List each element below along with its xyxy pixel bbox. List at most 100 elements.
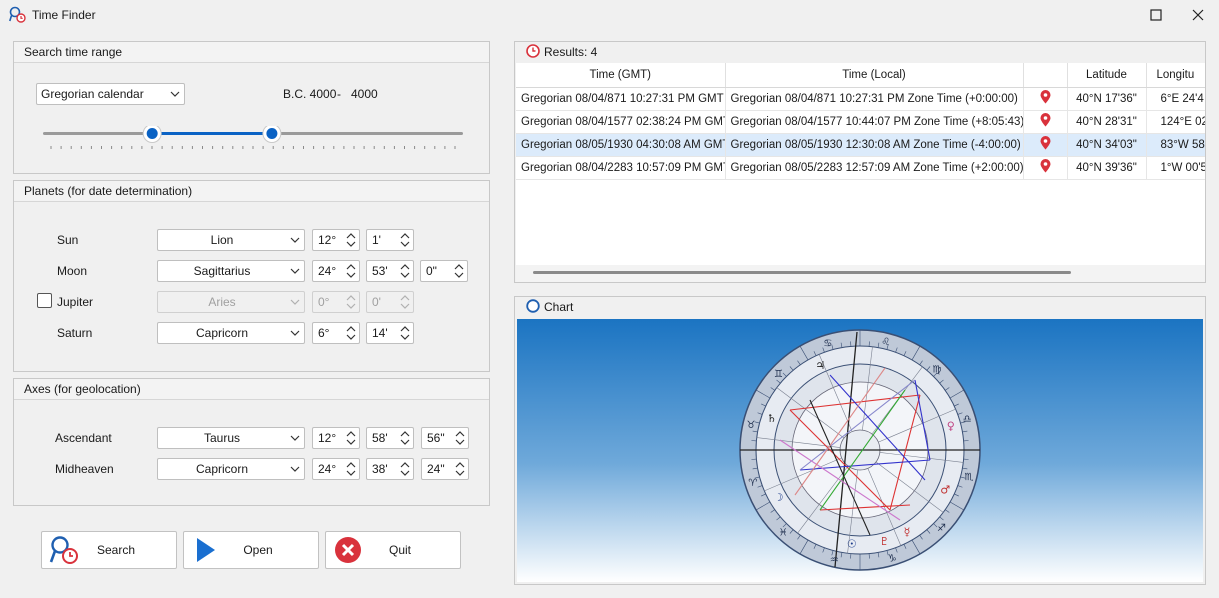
location-pin-icon[interactable] [1023,110,1068,134]
chart-canvas[interactable]: ♈ ♉ ♊ ♋ ♌ ♍ ♎ ♏ ♐ ♑ ♒ ♓ ☉ ☽ ♄ ♃ ♀ ♂ ☿ ♇ [517,319,1203,582]
close-button[interactable] [1178,0,1218,30]
jupiter-sign-select: Aries [157,291,305,313]
svg-text:♓: ♓ [779,528,788,539]
results-table: Time (GMT) Time (Local) Latitude Longitu… [516,63,1205,180]
search-button-label: Search [96,543,136,557]
scrollbar-thumb[interactable] [533,271,1071,274]
results-header-row: Time (GMT) Time (Local) Latitude Longitu [516,63,1205,88]
jupiter-minute-spinner: 0' [366,291,414,313]
cell-time-gmt: Gregorian 08/04/871 10:27:31 PM GMT [516,87,726,111]
ascendant-degree-value: 12° [318,431,337,445]
results-horizontal-scrollbar[interactable] [516,265,1205,282]
table-row[interactable]: Gregorian 08/04/2283 10:57:09 PM GMT Gre… [516,156,1205,180]
saturn-degree-spinner[interactable]: 6° [312,322,360,344]
ascendant-second-spinner[interactable]: 56" [421,427,469,449]
open-button-label: Open [243,543,273,557]
slider-handle-low[interactable] [142,124,162,143]
midheaven-second-spinner[interactable]: 24" [421,458,469,480]
cell-longitude: 124°E 02' [1146,110,1205,134]
svg-text:♀: ♀ [947,420,955,433]
moon-sign-value: Sagittarius [193,264,251,278]
up-down-arrows-icon [452,431,468,445]
column-header-location[interactable] [1023,63,1068,88]
ascendant-sign-value: Taurus [203,431,241,445]
moon-second-value: 0" [426,264,437,278]
close-circle-icon [326,536,370,564]
cell-time-local: Gregorian 08/05/1930 12:30:08 AM Zone Ti… [725,133,1024,157]
moon-second-spinner[interactable]: 0" [420,260,468,282]
sun-sign-value: Lion [210,233,234,247]
location-pin-icon[interactable] [1023,156,1068,180]
midheaven-degree-spinner[interactable]: 24° [312,458,360,480]
sun-sign-select[interactable]: Lion [157,229,305,251]
sun-degree-spinner[interactable]: 12° [312,229,360,251]
saturn-minute-spinner[interactable]: 14' [366,322,414,344]
play-icon [184,537,228,563]
table-row[interactable]: Gregorian 08/04/1577 02:38:24 PM GMT Gre… [516,110,1205,134]
chevron-down-icon [286,466,304,472]
midheaven-sign-select[interactable]: Capricorn [157,458,305,480]
chevron-down-icon [286,268,304,274]
chart-title: Chart [544,300,574,314]
ascendant-minute-spinner[interactable]: 58' [366,427,414,449]
moon-sign-select[interactable]: Sagittarius [157,260,305,282]
search-button[interactable]: Search [41,531,177,569]
maximize-button[interactable] [1136,0,1176,30]
jupiter-degree-value: 0° [318,295,330,309]
saturn-minute-value: 14' [372,326,388,340]
table-row-selected[interactable]: Gregorian 08/05/1930 04:30:08 AM GMT Gre… [516,133,1205,157]
cell-longitude: 1°W 00'5 [1146,156,1205,180]
up-down-arrows-icon [343,264,359,278]
up-down-arrows-icon [397,295,413,309]
table-row[interactable]: Gregorian 08/04/871 10:27:31 PM GMT Greg… [516,87,1205,111]
up-down-arrows-icon [343,431,359,445]
midheaven-minute-value: 38' [372,462,388,476]
up-down-arrows-icon [451,264,467,278]
column-header-time-gmt[interactable]: Time (GMT) [516,63,726,88]
range-separator: - [337,87,341,101]
cell-time-local: Gregorian 08/04/871 10:27:31 PM Zone Tim… [725,87,1024,111]
range-slider[interactable] [43,124,463,156]
chevron-down-icon [286,435,304,441]
moon-degree-spinner[interactable]: 24° [312,260,360,282]
moon-minute-spinner[interactable]: 53' [366,260,414,282]
slider-handle-high[interactable] [262,124,282,143]
midheaven-minute-spinner[interactable]: 38' [366,458,414,480]
column-header-latitude[interactable]: Latitude [1067,63,1147,88]
ascendant-degree-spinner[interactable]: 12° [312,427,360,449]
quit-button[interactable]: Quit [325,531,461,569]
up-down-arrows-icon [343,233,359,247]
sun-minute-value: 1' [372,233,381,247]
cell-longitude: 6°E 24'4 [1146,87,1205,111]
search-clock-icon [42,535,86,565]
saturn-sign-value: Capricorn [195,326,249,340]
cell-time-local: Gregorian 08/04/1577 10:44:07 PM Zone Ti… [725,110,1024,134]
up-down-arrows-icon [397,326,413,340]
midheaven-degree-value: 24° [318,462,337,476]
jupiter-degree-spinner: 0° [312,291,360,313]
jupiter-sign-value: Aries [208,295,236,309]
svg-text:♉: ♉ [747,420,756,431]
range-from: B.C. 4000 [283,87,337,101]
jupiter-checkbox[interactable] [37,293,52,308]
chevron-down-icon [286,299,304,305]
svg-text:♑: ♑ [888,553,897,564]
axis-label-midheaven: Midheaven [55,462,114,476]
svg-text:♒: ♒ [830,555,839,566]
location-pin-icon[interactable] [1023,87,1068,111]
ascendant-sign-select[interactable]: Taurus [157,427,305,449]
saturn-sign-select[interactable]: Capricorn [157,322,305,344]
location-pin-icon[interactable] [1023,133,1068,157]
column-header-time-local[interactable]: Time (Local) [725,63,1024,88]
column-header-longitude[interactable]: Longitu [1146,63,1205,88]
ascendant-second-value: 56" [427,431,445,445]
svg-text:♇: ♇ [879,535,889,548]
cell-latitude: 40°N 39'36" [1067,156,1147,180]
cell-latitude: 40°N 34'03" [1067,133,1147,157]
open-button[interactable]: Open [183,531,319,569]
calendar-select[interactable]: Gregorian calendar [36,83,185,105]
up-down-arrows-icon [343,295,359,309]
svg-text:☿: ☿ [904,525,911,538]
planet-label-jupiter: Jupiter [57,295,94,309]
sun-minute-spinner[interactable]: 1' [366,229,414,251]
